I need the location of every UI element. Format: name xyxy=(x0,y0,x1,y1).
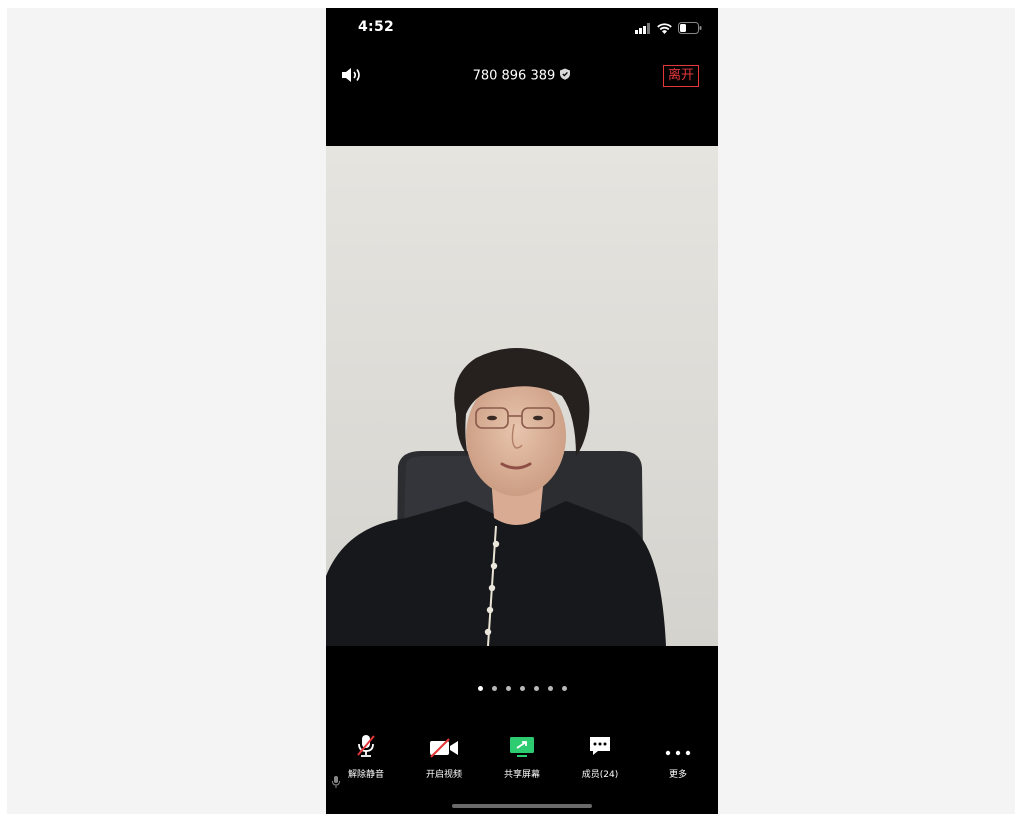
page-dot[interactable] xyxy=(491,686,497,691)
participants-label: 成员(24) xyxy=(581,770,619,780)
mic-indicator-icon xyxy=(332,773,340,792)
unmute-button[interactable]: 解除静音 xyxy=(331,734,401,780)
status-time: 4:52 xyxy=(358,19,395,35)
share-screen-label: 共享屏幕 xyxy=(503,770,540,780)
phone-screen: 4:52 780 896 389 离开 解除静音 开启视频 共享屏幕 成员(24… xyxy=(326,8,718,814)
more-button[interactable]: 更多 xyxy=(643,736,713,780)
page-dot[interactable] xyxy=(547,686,553,691)
start-video-label: 开启视频 xyxy=(425,770,462,780)
participants-icon xyxy=(588,734,612,762)
muted-mic-icon xyxy=(355,734,377,762)
unmute-label: 解除静音 xyxy=(347,770,384,780)
meeting-id: 780 896 389 xyxy=(472,68,556,84)
more-icon xyxy=(665,743,691,762)
more-label: 更多 xyxy=(668,770,687,780)
page-dot[interactable] xyxy=(533,686,539,691)
page-dot[interactable] xyxy=(505,686,511,691)
leave-button[interactable]: 离开 xyxy=(662,65,699,87)
share-screen-button[interactable]: 共享屏幕 xyxy=(487,736,557,780)
page-indicator[interactable] xyxy=(326,686,718,691)
participants-button[interactable]: 成员(24) xyxy=(565,736,635,780)
signal-icon xyxy=(635,19,651,38)
start-video-button[interactable]: 开启视频 xyxy=(409,736,479,780)
meeting-toolbar: 解除静音 开启视频 共享屏幕 成员(24) 更多 xyxy=(326,734,718,786)
video-off-icon xyxy=(429,738,459,762)
shield-icon xyxy=(559,68,571,84)
home-indicator[interactable] xyxy=(452,804,592,808)
meeting-info[interactable]: 780 896 389 xyxy=(326,68,718,84)
page-dot[interactable] xyxy=(561,686,567,691)
page-dot[interactable] xyxy=(519,686,525,691)
share-screen-icon xyxy=(509,736,535,762)
participant-video[interactable] xyxy=(326,146,718,646)
wifi-icon xyxy=(657,19,672,38)
status-icons xyxy=(635,21,702,35)
page-dot[interactable] xyxy=(477,686,483,691)
battery-icon xyxy=(678,19,702,38)
